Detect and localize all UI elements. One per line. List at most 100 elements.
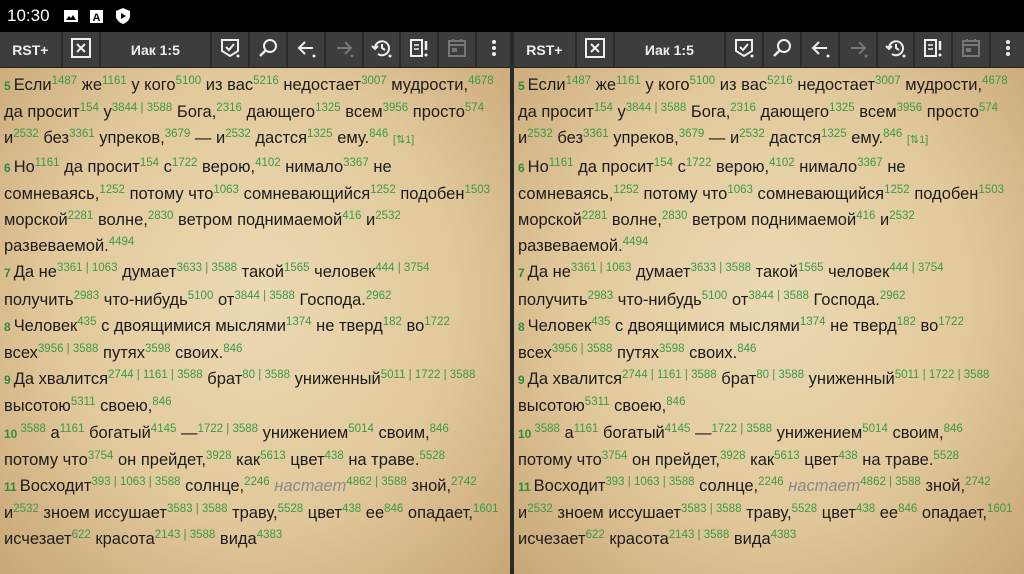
- strongs-number[interactable]: 154: [654, 157, 673, 169]
- bookmark-button[interactable]: [212, 32, 251, 67]
- strongs-number[interactable]: 3679: [679, 128, 705, 141]
- strongs-number[interactable]: 80 | 3588: [242, 369, 290, 381]
- strongs-number[interactable]: 846: [384, 503, 403, 516]
- strongs-number[interactable]: 5011 | 1722 | 3588: [381, 369, 476, 381]
- strongs-number[interactable]: 2983: [588, 290, 614, 302]
- strongs-number[interactable]: 5311: [71, 396, 96, 409]
- strongs-number[interactable]: 4862 | 3588: [346, 476, 407, 488]
- forward-button[interactable]: [840, 32, 878, 67]
- strongs-number[interactable]: 1063: [727, 184, 753, 196]
- strongs-number[interactable]: 80 | 3588: [756, 369, 804, 381]
- strongs-number[interactable]: 182: [383, 316, 402, 328]
- strongs-number[interactable]: 435: [591, 316, 610, 328]
- strongs-number[interactable]: 1161: [616, 75, 641, 87]
- strongs-number[interactable]: 1161: [102, 75, 127, 87]
- strongs-number[interactable]: 5011 | 1722 | 3588: [895, 369, 990, 381]
- strongs-number[interactable]: 3598: [659, 343, 685, 355]
- strongs-number[interactable]: 574: [465, 102, 484, 114]
- strongs-number[interactable]: 5100: [690, 75, 716, 87]
- strongs-number[interactable]: 3633 | 3588: [176, 262, 237, 275]
- strongs-number[interactable]: 2744 | 1161 | 3588: [108, 369, 203, 381]
- strongs-number[interactable]: 1252: [613, 184, 639, 196]
- strongs-number[interactable]: 3754: [602, 450, 628, 462]
- strongs-number[interactable]: 4678: [468, 75, 494, 87]
- reference-button[interactable]: Иак 1:5: [101, 32, 213, 67]
- strongs-number[interactable]: 3928: [720, 450, 746, 462]
- strongs-number[interactable]: 3361: [69, 128, 95, 141]
- strongs-number[interactable]: 438: [342, 503, 361, 516]
- strongs-number[interactable]: 1487: [566, 75, 592, 87]
- strongs-number[interactable]: 5528: [278, 503, 304, 516]
- strongs-number[interactable]: 393 | 1063 | 3588: [605, 476, 694, 488]
- strongs-number[interactable]: 3956 | 3588: [38, 343, 99, 355]
- strongs-number[interactable]: 5014: [348, 423, 374, 435]
- strongs-number[interactable]: 3583 | 3588: [681, 503, 742, 516]
- strongs-number[interactable]: 2532: [13, 503, 39, 516]
- strongs-number[interactable]: 3588: [534, 423, 560, 435]
- strongs-number[interactable]: 846: [737, 343, 756, 355]
- strongs-number[interactable]: 1161: [574, 423, 599, 435]
- strongs-number[interactable]: 846: [898, 503, 917, 516]
- strongs-number[interactable]: 3361 | 1063: [57, 262, 118, 275]
- strongs-number[interactable]: 1325: [821, 128, 847, 141]
- strongs-number[interactable]: 2532: [527, 128, 553, 141]
- strongs-number[interactable]: 5100: [702, 290, 728, 302]
- strongs-number[interactable]: 5216: [767, 75, 793, 87]
- strongs-number[interactable]: 1601: [987, 503, 1013, 516]
- strongs-number[interactable]: 2742: [965, 476, 991, 488]
- strongs-number[interactable]: 1325: [315, 102, 341, 114]
- strongs-number[interactable]: 3367: [857, 157, 883, 169]
- strongs-number[interactable]: 3956: [897, 102, 923, 114]
- strongs-number[interactable]: 1722 | 3588: [197, 423, 258, 435]
- strongs-number[interactable]: 2532: [739, 128, 765, 141]
- strongs-number[interactable]: 2962: [880, 290, 906, 302]
- strongs-number[interactable]: 2246: [244, 476, 270, 488]
- strongs-number[interactable]: 5613: [260, 450, 286, 462]
- strongs-number[interactable]: 4145: [151, 423, 177, 435]
- cross-reference-marker[interactable]: [⇅1]: [393, 134, 414, 146]
- strongs-number[interactable]: 5613: [774, 450, 800, 462]
- strongs-number[interactable]: 4678: [982, 75, 1008, 87]
- strongs-number[interactable]: 2532: [375, 210, 401, 222]
- strongs-number[interactable]: 3588: [20, 423, 46, 435]
- strongs-number[interactable]: 4102: [769, 157, 795, 169]
- forward-button[interactable]: [326, 32, 364, 67]
- strongs-number[interactable]: 4494: [109, 236, 135, 248]
- strongs-number[interactable]: 3361 | 1063: [571, 262, 632, 275]
- strongs-number[interactable]: 438: [856, 503, 875, 516]
- back-button[interactable]: [288, 32, 326, 67]
- strongs-number[interactable]: 438: [839, 450, 858, 462]
- back-button[interactable]: [802, 32, 840, 67]
- strongs-number[interactable]: 438: [325, 450, 344, 462]
- strongs-number[interactable]: 846: [944, 423, 963, 435]
- bookmark-button[interactable]: [726, 32, 764, 67]
- strongs-number[interactable]: 154: [140, 157, 159, 169]
- strongs-number[interactable]: 3633 | 3588: [690, 262, 751, 275]
- strongs-number[interactable]: 435: [77, 316, 96, 328]
- strongs-number[interactable]: 2744 | 1161 | 3588: [622, 369, 717, 381]
- strongs-number[interactable]: 2143 | 3588: [155, 529, 216, 542]
- strongs-number[interactable]: 2281: [582, 210, 608, 222]
- strongs-number[interactable]: 1601: [473, 503, 499, 516]
- strongs-number[interactable]: 4494: [623, 236, 649, 248]
- strongs-number[interactable]: 3844 | 3588: [748, 290, 809, 302]
- strongs-number[interactable]: 3007: [361, 75, 387, 87]
- strongs-number[interactable]: 2246: [758, 476, 784, 488]
- strongs-number[interactable]: 3367: [343, 157, 369, 169]
- strongs-number[interactable]: 3844 | 3588: [234, 290, 295, 302]
- strongs-number[interactable]: 3361: [583, 128, 609, 141]
- strongs-number[interactable]: 2532: [889, 210, 915, 222]
- strongs-number[interactable]: 154: [594, 102, 613, 114]
- bible-text[interactable]: 5 Если1487 же1161 у кого5100 из вас5216 н…: [513, 68, 1024, 574]
- strongs-number[interactable]: 2830: [662, 210, 688, 222]
- strongs-number[interactable]: 154: [80, 102, 99, 114]
- strongs-number[interactable]: 1565: [284, 262, 310, 275]
- strongs-number[interactable]: 1161: [60, 423, 85, 435]
- strongs-number[interactable]: 846: [430, 423, 449, 435]
- strongs-number[interactable]: 4145: [665, 423, 691, 435]
- strongs-number[interactable]: 416: [856, 210, 875, 222]
- strongs-number[interactable]: 5014: [862, 423, 888, 435]
- strongs-number[interactable]: 1722: [938, 316, 964, 328]
- strongs-number[interactable]: 846: [152, 396, 171, 409]
- strongs-number[interactable]: 1722: [172, 157, 198, 169]
